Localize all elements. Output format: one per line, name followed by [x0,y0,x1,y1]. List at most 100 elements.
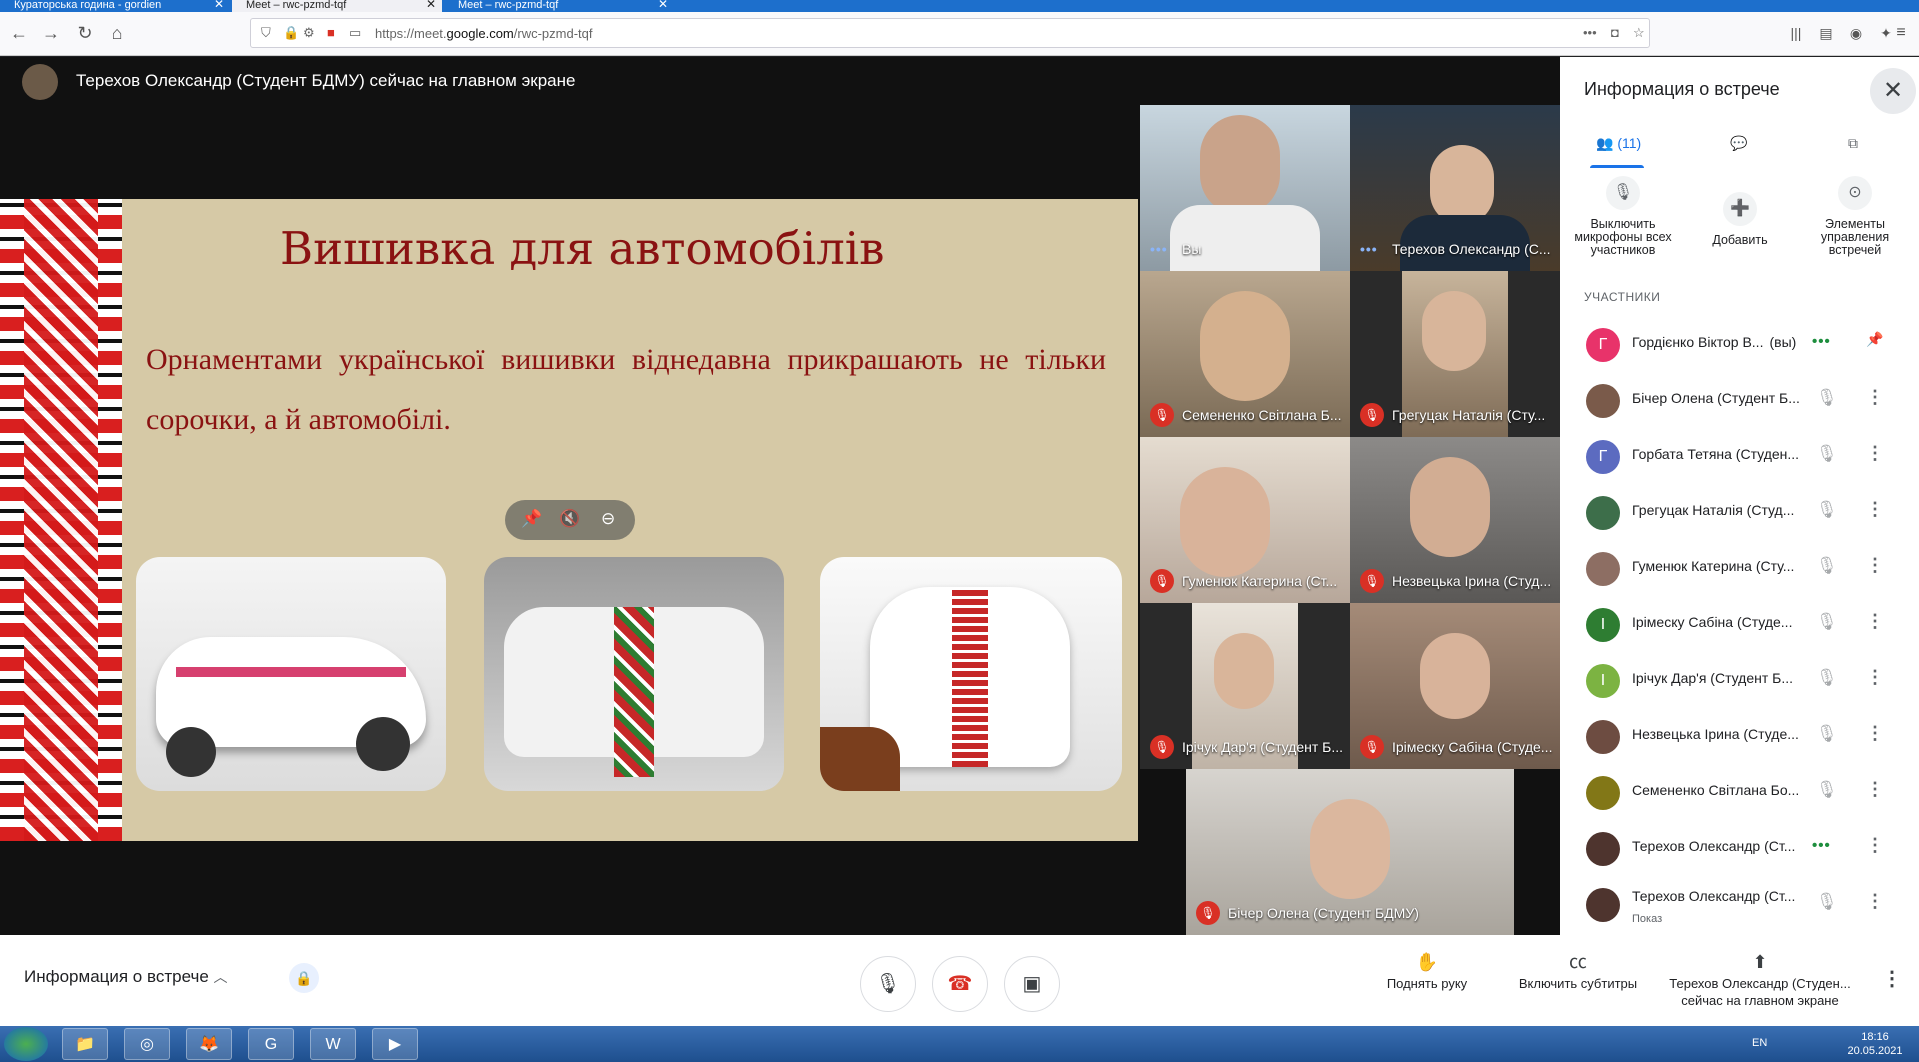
mic-off-icon[interactable]: 🎙 [1816,388,1838,408]
video-tile[interactable]: 🎙 Ірічук Дар'я (Студент Б... [1140,603,1350,769]
video-tile[interactable]: 🎙 Гуменюк Катерина (Ст... [1140,437,1350,603]
participant-row[interactable]: Терехов Олександр (Ст... Показ 🎙 ⋮ [1560,877,1919,933]
security-lock-icon[interactable]: 🔒 [289,963,319,993]
video-tile[interactable]: 🎙 Бічер Олена (Студент БДМУ) [1186,769,1514,935]
participant-row[interactable]: І Ірімеску Сабіна (Студе... 🎙 ⋮ [1560,597,1919,653]
raise-hand-button[interactable]: ✋ Поднять руку [1372,953,1482,992]
mic-off-icon[interactable]: 🎙 [1816,668,1838,688]
permissions-icon[interactable]: ⚙ [303,25,315,41]
more-vert-icon[interactable]: ⋮ [1866,835,1884,856]
screen-sharing-icon[interactable]: ▭ [349,25,361,41]
mic-off-icon[interactable]: 🎙 [1816,612,1838,632]
mic-off-icon[interactable]: 🎙 [1816,724,1838,744]
pocket-icon[interactable]: ◘ [1611,25,1619,40]
forward-icon[interactable]: → [40,22,62,44]
more-vert-icon[interactable]: ⋮ [1866,555,1884,576]
video-tile[interactable]: 🎙 Ірімеску Сабіна (Студе... [1350,603,1560,769]
pin-icon[interactable]: 📌 [521,509,542,529]
video-tile[interactable]: ••• Терехов Олександр (С... [1350,105,1560,271]
video-tile[interactable]: 🎙 Семененко Світлана Б... [1140,271,1350,437]
tab-activities[interactable]: ⧉ [1848,135,1858,152]
word-icon[interactable]: W [310,1028,356,1060]
media-player-icon[interactable]: ▶ [372,1028,418,1060]
chrome-icon[interactable]: ◎ [124,1028,170,1060]
participant-row[interactable]: Грегуцак Наталія (Студ... 🎙 ⋮ [1560,485,1919,541]
pin-icon[interactable]: 📌 [1866,331,1883,348]
participant-row[interactable]: Незвецька Ірина (Студе... 🎙 ⋮ [1560,709,1919,765]
more-vert-icon[interactable]: ⋮ [1866,779,1884,800]
participant-name-text: Ірічук Дар'я (Студент Б... [1632,670,1794,686]
participant-row[interactable]: Бічер Олена (Студент Б... 🎙 ⋮ [1560,373,1919,429]
more-vert-icon[interactable]: ⋮ [1866,387,1884,408]
mic-off-icon[interactable]: 🎙 [1816,892,1838,912]
close-tab-icon[interactable]: ✕ [658,0,668,10]
meeting-info-button[interactable]: Информация о встрече ︿ [24,967,228,987]
page-actions-icon[interactable]: ••• [1583,25,1597,40]
remove-icon[interactable]: ⊖ [601,509,615,529]
mute-audio-icon[interactable]: 🔇 [559,509,580,529]
more-vert-icon[interactable]: ⋮ [1866,667,1884,688]
leave-call-button[interactable]: ☎ [932,956,988,1012]
participant-row[interactable]: Терехов Олександр (Ст... ••• ⋮ [1560,821,1919,877]
add-person-icon: ➕ [1723,192,1757,226]
back-icon[interactable]: ← [8,22,30,44]
more-options-icon[interactable]: ⋮ [1882,966,1902,991]
video-tile[interactable]: 🎙 Грегуцак Наталія (Сту... [1350,271,1560,437]
url-prefix: https://meet. [375,26,447,41]
tab-chat[interactable]: 💬 [1730,135,1747,152]
browser-tab-bar: Кураторська година - gordien ✕ Meet – rwc… [0,0,1919,12]
lock-icon[interactable]: 🔒 [283,25,299,41]
more-vert-icon[interactable]: ⋮ [1866,499,1884,520]
presenting-button[interactable]: ⬆ Терехов Олександр (Студен... сейчас на г… [1660,953,1860,1009]
participant-avatar [1586,720,1620,754]
mute-all-button[interactable]: 🎙 Выключить микрофоны всех участников [1573,176,1673,257]
video-tile[interactable]: ••• Вы [1140,105,1350,271]
browser-tab[interactable]: Meet – rwc-pzmd-tqf ✕ [444,0,674,12]
close-tab-icon[interactable]: ✕ [426,0,436,10]
participant-row[interactable]: Г Горбата Тетяна (Студен... 🎙 ⋮ [1560,429,1919,485]
captions-button[interactable]: ㏄ Включить субтитры [1508,953,1648,992]
account-icon[interactable]: ◉ [1845,22,1867,44]
firefox-icon[interactable]: 🦊 [186,1028,232,1060]
participant-row[interactable]: І Ірічук Дар'я (Студент Б... 🎙 ⋮ [1560,653,1919,709]
system-clock[interactable]: 18:16 20.05.2021 [1838,1030,1912,1058]
mute-all-label: Выключить микрофоны всех участников [1574,217,1672,257]
mic-off-icon[interactable]: 🎙 [1816,500,1838,520]
mic-off-icon[interactable]: 🎙 [1816,780,1838,800]
browser-tab-active[interactable]: Meet – rwc-pzmd-tqf ✕ [232,0,442,12]
microphone-button[interactable]: 🎙 [860,956,916,1012]
camera-button[interactable]: ▣ [1004,956,1060,1012]
participant-name-text: Терехов Олександр (Ст... [1632,838,1796,854]
tab-participants[interactable]: 👥 (11) [1596,135,1641,152]
library-icon[interactable]: ||| [1785,22,1807,44]
more-vert-icon[interactable]: ⋮ [1866,611,1884,632]
close-tab-icon[interactable]: ✕ [214,0,224,10]
participant-row[interactable]: Семененко Світлана Бо... 🎙 ⋮ [1560,765,1919,821]
explorer-icon[interactable]: 📁 [62,1028,108,1060]
more-vert-icon[interactable]: ⋮ [1866,723,1884,744]
shield-icon[interactable]: ⛉ [261,25,271,41]
close-panel-button[interactable]: ✕ [1870,68,1916,114]
more-vert-icon[interactable]: ⋮ [1866,443,1884,464]
language-indicator[interactable]: EN [1752,1037,1767,1049]
add-people-button[interactable]: ➕ Добавить [1690,192,1790,247]
sidebar-icon[interactable]: ▤ [1815,22,1837,44]
mic-off-icon[interactable]: 🎙 [1816,556,1838,576]
pdf-app-icon[interactable]: G [248,1028,294,1060]
participant-row[interactable]: Гуменюк Катерина (Сту... 🎙 ⋮ [1560,541,1919,597]
participant-row[interactable]: Г Гордієнко Віктор В... (вы) ••• 📌 [1560,317,1919,373]
mic-off-icon[interactable]: 🎙 [1816,444,1838,464]
menu-icon[interactable]: ≡ [1890,22,1912,44]
address-bar[interactable]: ⛉ 🔒 ⚙ ■ ▭ https://meet.google.com/rwc-pz… [250,18,1650,48]
more-vert-icon[interactable]: ⋮ [1866,891,1884,912]
car-image-1 [136,557,446,791]
bookmark-star-icon[interactable]: ☆ [1633,25,1645,41]
reload-icon[interactable]: ↻ [74,22,96,44]
presenter-banner: Терехов Олександр (Студент БДМУ) сейчас … [76,71,576,90]
host-controls-button[interactable]: ⊙ Элементы управления встречей [1805,176,1905,257]
camera-sharing-icon[interactable]: ■ [327,25,335,40]
browser-tab[interactable]: Кураторська година - gordien ✕ [0,0,230,12]
home-icon[interactable]: ⌂ [106,22,128,44]
start-button[interactable] [4,1027,48,1061]
video-tile[interactable]: 🎙 Незвецька Ірина (Студ... [1350,437,1560,603]
